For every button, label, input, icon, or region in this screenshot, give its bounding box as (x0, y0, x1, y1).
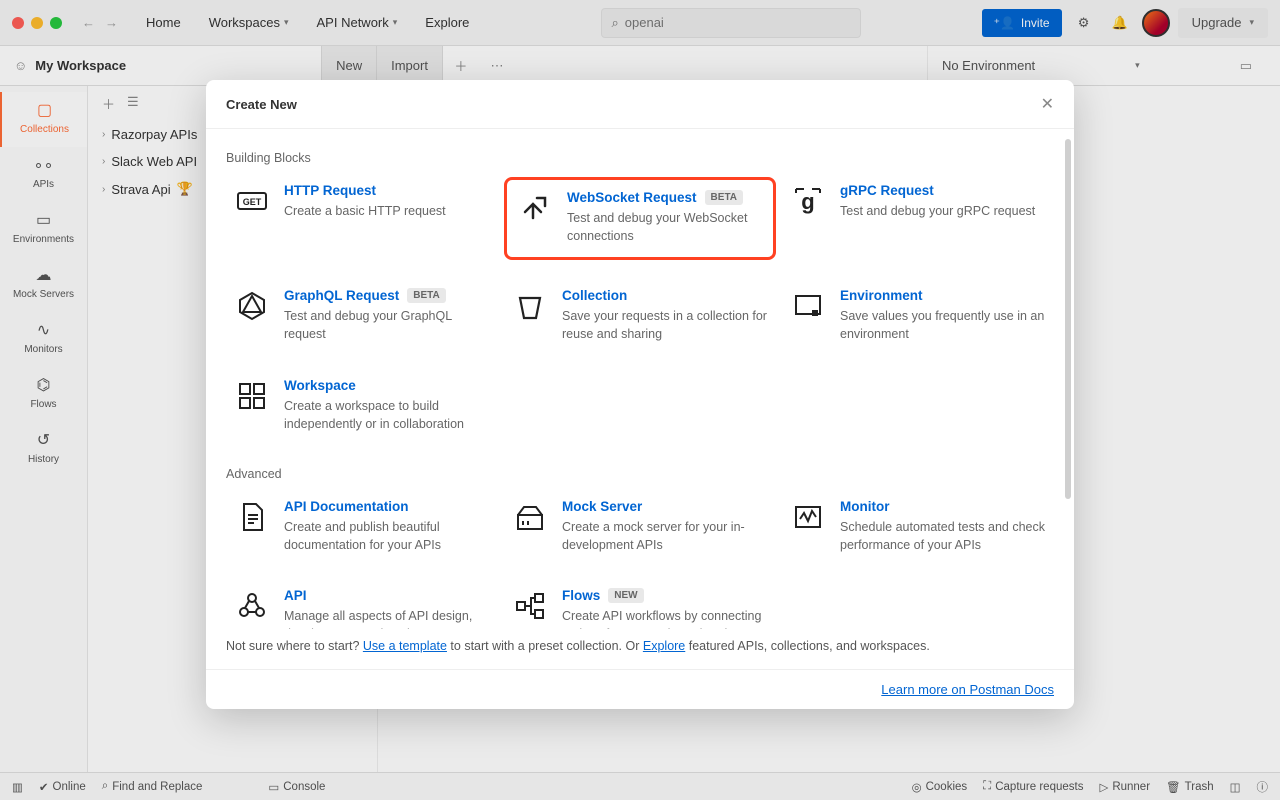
close-icon[interactable]: ✕ (1041, 94, 1054, 114)
monitor-icon (790, 499, 826, 535)
learn-more-link[interactable]: Learn more on Postman Docs (881, 682, 1054, 697)
card-workspace[interactable]: WorkspaceCreate a workspace to build ind… (226, 372, 498, 439)
create-new-modal: Create New ✕ Building Blocks GET HTTP Re… (206, 80, 1074, 709)
card-environment[interactable]: EnvironmentSave values you frequently us… (782, 282, 1054, 349)
card-graphql-request[interactable]: GraphQL RequestBETATest and debug your G… (226, 282, 498, 349)
environment-icon (790, 288, 826, 324)
card-websocket-request[interactable]: WebSocket RequestBETATest and debug your… (504, 177, 776, 260)
workspace-icon (234, 378, 270, 414)
grpc-icon: g (790, 183, 826, 219)
modal-overlay: Create New ✕ Building Blocks GET HTTP Re… (0, 0, 1280, 800)
beta-badge: BETA (705, 190, 743, 205)
modal-footer-tip: Not sure where to start? Use a template … (206, 629, 1074, 669)
mock-server-icon (512, 499, 548, 535)
api-icon (234, 588, 270, 624)
beta-badge: BETA (407, 288, 445, 303)
card-grpc-request[interactable]: g gRPC RequestTest and debug your gRPC r… (782, 177, 1054, 260)
explore-link[interactable]: Explore (643, 639, 685, 653)
card-collection[interactable]: CollectionSave your requests in a collec… (504, 282, 776, 349)
use-template-link[interactable]: Use a template (363, 639, 447, 653)
http-icon: GET (234, 183, 270, 219)
svg-text:g: g (801, 189, 814, 214)
card-flows[interactable]: FlowsNEWCreate API workflows by connecti… (504, 582, 776, 629)
graphql-icon (234, 288, 270, 324)
svg-text:GET: GET (243, 197, 262, 207)
flows-icon (512, 588, 548, 624)
scrollbar[interactable] (1065, 139, 1071, 499)
card-mock-server[interactable]: Mock ServerCreate a mock server for your… (504, 493, 776, 560)
card-api-documentation[interactable]: API DocumentationCreate and publish beau… (226, 493, 498, 560)
card-monitor[interactable]: MonitorSchedule automated tests and chec… (782, 493, 1054, 560)
collection-icon (512, 288, 548, 324)
modal-title: Create New (226, 97, 297, 112)
websocket-icon (517, 190, 553, 226)
card-api[interactable]: APIManage all aspects of API design, dev… (226, 582, 498, 629)
card-http-request[interactable]: GET HTTP RequestCreate a basic HTTP requ… (226, 177, 498, 260)
documentation-icon (234, 499, 270, 535)
section-building-blocks: Building Blocks (226, 151, 1054, 165)
section-advanced: Advanced (226, 467, 1054, 481)
new-badge: NEW (608, 588, 643, 603)
